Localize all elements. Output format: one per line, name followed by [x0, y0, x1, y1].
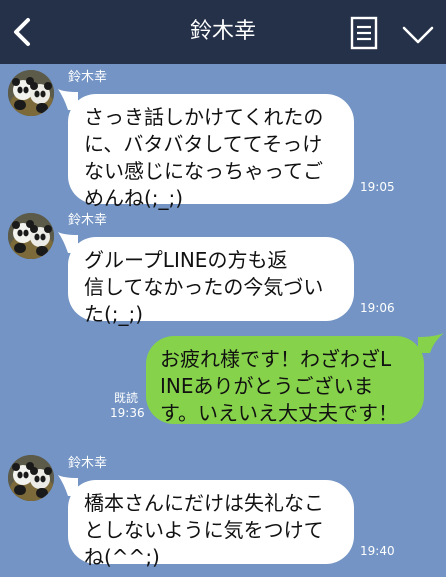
message-bubble[interactable]: お疲れ様です！わざわざL INEありがとうございま す。いえいえ大丈夫です！	[146, 336, 424, 425]
message-bubble[interactable]: 橋本さんにだけは失礼なこ としないように気をつけて ね(^^;)	[68, 480, 354, 569]
panda-avatar-icon	[8, 70, 54, 116]
sender-avatar[interactable]	[8, 213, 54, 259]
sender-avatar[interactable]	[8, 455, 54, 501]
message-timestamp: 19:06	[360, 301, 395, 315]
message-timestamp: 19:40	[360, 544, 395, 558]
chevron-down-icon	[402, 26, 434, 44]
chat-header: 鈴木幸	[0, 0, 446, 64]
message-bubble[interactable]: さっき話しかけてくれたの に、バタバタしててそっけ ない感じになっちゃってご め…	[68, 94, 354, 210]
sender-avatar[interactable]	[8, 70, 54, 116]
read-receipt: 既読 19:36	[110, 391, 145, 421]
panda-avatar-icon	[8, 455, 54, 501]
notes-button[interactable]	[346, 14, 382, 52]
sender-name: 鈴木幸	[68, 70, 108, 85]
bubble-tail	[418, 333, 444, 353]
read-label: 既読	[113, 391, 138, 405]
header-menu-toggle[interactable]	[398, 20, 438, 48]
panda-avatar-icon	[8, 213, 54, 259]
message-timestamp: 19:05	[360, 180, 395, 194]
note-list-icon	[350, 16, 378, 50]
message-timestamp: 19:36	[110, 406, 145, 420]
message-bubble[interactable]: グループLINEの方も返 信してなかったの今気づい た(;_;)	[68, 237, 354, 326]
sender-name: 鈴木幸	[68, 213, 108, 228]
sender-name: 鈴木幸	[68, 456, 108, 471]
